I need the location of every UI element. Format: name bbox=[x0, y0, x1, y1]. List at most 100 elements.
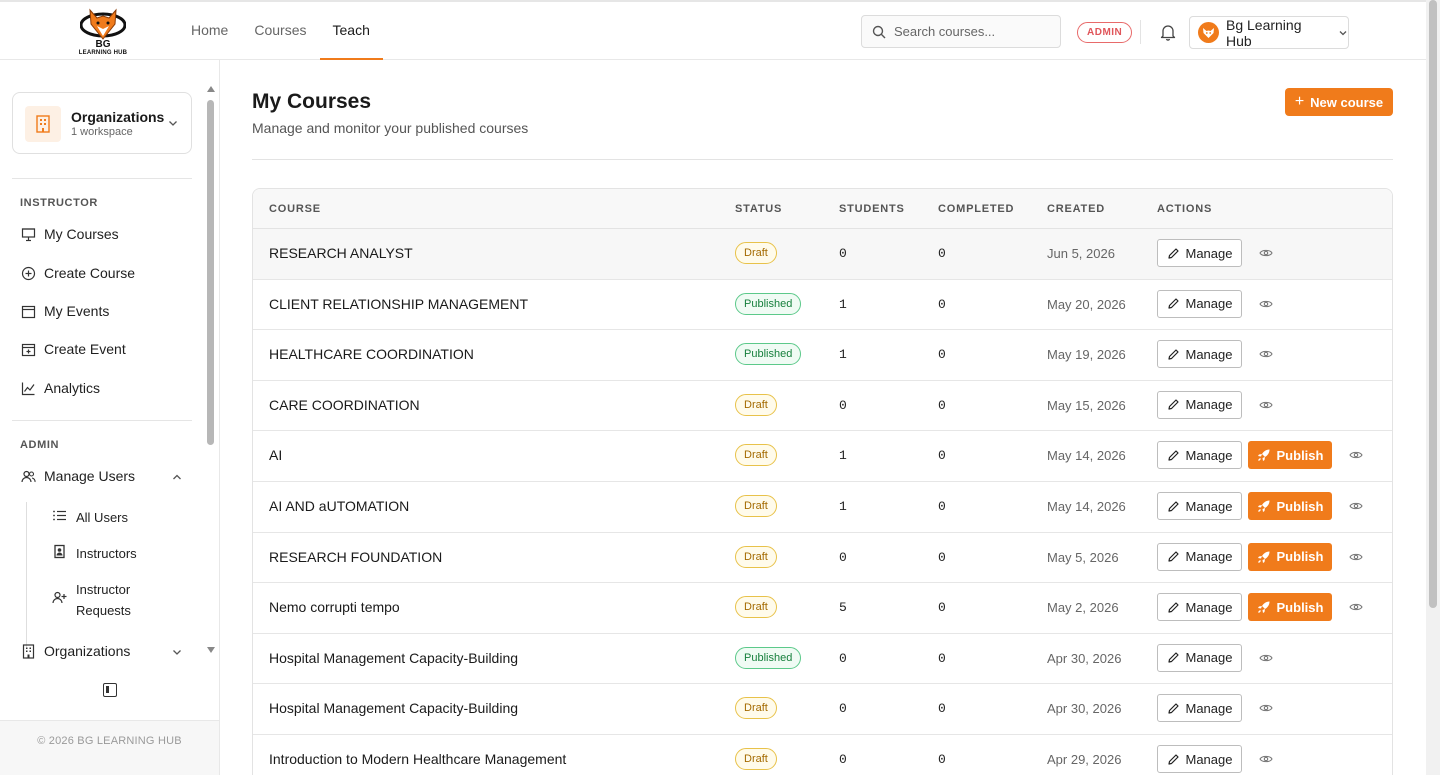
content-divider bbox=[252, 159, 1393, 160]
search-box[interactable] bbox=[861, 15, 1061, 48]
manage-button[interactable]: Manage bbox=[1157, 593, 1242, 622]
sidebar-item-label: All Users bbox=[76, 510, 129, 525]
eye-icon[interactable] bbox=[1349, 550, 1363, 564]
table-row: AI Draft 1 0 May 14, 2026 Manage Publish bbox=[253, 431, 1392, 482]
manage-label: Manage bbox=[1185, 245, 1233, 261]
manage-button[interactable]: Manage bbox=[1157, 745, 1242, 773]
scroll-up-arrow[interactable] bbox=[207, 86, 215, 92]
status-badge: Draft bbox=[735, 748, 777, 770]
chevron-down-icon[interactable] bbox=[171, 646, 183, 658]
main-nav: Home Courses Teach bbox=[178, 2, 384, 60]
org-switcher[interactable]: Organizations 1 workspace bbox=[12, 92, 192, 154]
eye-icon[interactable] bbox=[1259, 752, 1273, 766]
created-date: May 14, 2026 bbox=[1047, 448, 1126, 464]
instructor-heading: INSTRUCTOR bbox=[20, 197, 98, 209]
nav-home[interactable]: Home bbox=[178, 2, 241, 60]
created-date: May 5, 2026 bbox=[1047, 549, 1119, 565]
students-count: 0 bbox=[839, 397, 847, 413]
sidebar-collapse-icon[interactable] bbox=[103, 683, 117, 697]
chevron-down-icon bbox=[1339, 30, 1347, 35]
nav-teach[interactable]: Teach bbox=[319, 2, 384, 60]
sidebar-item-create-course[interactable]: Create Course bbox=[20, 262, 135, 284]
pencil-icon bbox=[1167, 602, 1179, 613]
eye-icon[interactable] bbox=[1349, 600, 1363, 614]
role-badge: ADMIN bbox=[1077, 22, 1133, 43]
nav-courses[interactable]: Courses bbox=[241, 2, 319, 60]
publish-button[interactable]: Publish bbox=[1248, 492, 1332, 520]
table-header: COURSE STATUS STUDENTS COMPLETED CREATED… bbox=[253, 189, 1392, 229]
status-badge: Draft bbox=[735, 596, 777, 619]
sidebar-item-my-courses[interactable]: My Courses bbox=[20, 223, 119, 245]
sidebar-item-label: Instructors bbox=[76, 546, 137, 561]
pencil-icon bbox=[1167, 450, 1179, 461]
manage-button[interactable]: Manage bbox=[1157, 340, 1242, 369]
col-completed: COMPLETED bbox=[938, 203, 1015, 215]
sidebar-item-instructor-requests[interactable]: Instructor Requests bbox=[52, 579, 156, 621]
chevron-down-icon bbox=[169, 121, 177, 126]
completed-count: 0 bbox=[938, 600, 946, 616]
manage-button[interactable]: Manage bbox=[1157, 441, 1242, 470]
manage-label: Manage bbox=[1185, 549, 1233, 565]
users-icon bbox=[20, 468, 36, 484]
col-created: CREATED bbox=[1047, 203, 1105, 215]
header-divider bbox=[1140, 20, 1141, 44]
scroll-thumb[interactable] bbox=[207, 100, 214, 445]
manage-button[interactable]: Manage bbox=[1157, 492, 1242, 520]
manage-button[interactable]: Manage bbox=[1157, 694, 1242, 723]
new-course-button[interactable]: + New course bbox=[1285, 88, 1393, 116]
completed-count: 0 bbox=[938, 701, 946, 717]
manage-button[interactable]: Manage bbox=[1157, 542, 1242, 571]
eye-icon[interactable] bbox=[1349, 499, 1363, 513]
chart-line-icon bbox=[20, 380, 36, 396]
building-icon bbox=[20, 643, 36, 659]
sidebar-item-all-users[interactable]: All Users bbox=[52, 507, 156, 528]
publish-button[interactable]: Publish bbox=[1248, 441, 1332, 470]
pencil-icon bbox=[1167, 349, 1179, 360]
bell-icon[interactable] bbox=[1159, 23, 1177, 41]
publish-button[interactable]: Publish bbox=[1248, 593, 1332, 622]
eye-icon[interactable] bbox=[1259, 398, 1273, 412]
sidebar-divider bbox=[12, 420, 192, 421]
new-course-label: New course bbox=[1310, 94, 1384, 110]
sidebar-item-instructors[interactable]: Instructors bbox=[52, 543, 156, 564]
status-badge: Published bbox=[735, 292, 802, 315]
pencil-icon bbox=[1167, 703, 1179, 714]
manage-button[interactable]: Manage bbox=[1157, 643, 1242, 672]
page-scroll-thumb[interactable] bbox=[1429, 0, 1437, 608]
col-actions: ACTIONS bbox=[1157, 203, 1213, 215]
sidebar-item-label: Analytics bbox=[44, 380, 101, 396]
completed-count: 0 bbox=[938, 296, 946, 312]
eye-icon[interactable] bbox=[1259, 651, 1273, 665]
pencil-icon bbox=[1167, 399, 1179, 410]
publish-button[interactable]: Publish bbox=[1248, 542, 1332, 571]
completed-count: 0 bbox=[938, 448, 946, 464]
sidebar-item-analytics[interactable]: Analytics bbox=[20, 377, 100, 399]
page-scrollbar[interactable] bbox=[1426, 0, 1440, 775]
account-menu[interactable]: Bg Learning Hub bbox=[1189, 16, 1349, 49]
completed-count: 0 bbox=[938, 347, 946, 363]
manage-button[interactable]: Manage bbox=[1157, 390, 1242, 419]
created-date: Apr 29, 2026 bbox=[1047, 752, 1122, 767]
sidebar-item-label: Organizations bbox=[44, 643, 131, 659]
scroll-down-arrow[interactable] bbox=[207, 647, 215, 653]
eye-icon[interactable] bbox=[1259, 347, 1273, 361]
manage-button[interactable]: Manage bbox=[1157, 239, 1242, 267]
created-date: Apr 30, 2026 bbox=[1047, 701, 1122, 717]
search-input[interactable] bbox=[894, 24, 1054, 39]
course-title: Hospital Management Capacity-Building bbox=[269, 649, 519, 666]
sidebar-item-manage-users[interactable]: Manage Users bbox=[20, 465, 135, 487]
admin-heading: ADMIN bbox=[20, 439, 60, 451]
eye-icon[interactable] bbox=[1349, 448, 1363, 462]
sidebar-item-create-event[interactable]: Create Event bbox=[20, 338, 126, 360]
sidebar-item-organizations[interactable]: Organizations bbox=[20, 640, 130, 662]
eye-icon[interactable] bbox=[1259, 246, 1273, 260]
eye-icon[interactable] bbox=[1259, 297, 1273, 311]
eye-icon[interactable] bbox=[1259, 701, 1273, 715]
sidebar-item-my-events[interactable]: My Events bbox=[20, 300, 109, 322]
manage-label: Manage bbox=[1185, 447, 1233, 463]
manage-button[interactable]: Manage bbox=[1157, 289, 1242, 318]
brand-logo[interactable]: BG LEARNING HUB bbox=[75, 6, 131, 60]
sidebar-scrollbar[interactable] bbox=[205, 82, 215, 657]
created-date: Jun 5, 2026 bbox=[1047, 246, 1115, 261]
chevron-up-icon[interactable] bbox=[171, 471, 183, 483]
